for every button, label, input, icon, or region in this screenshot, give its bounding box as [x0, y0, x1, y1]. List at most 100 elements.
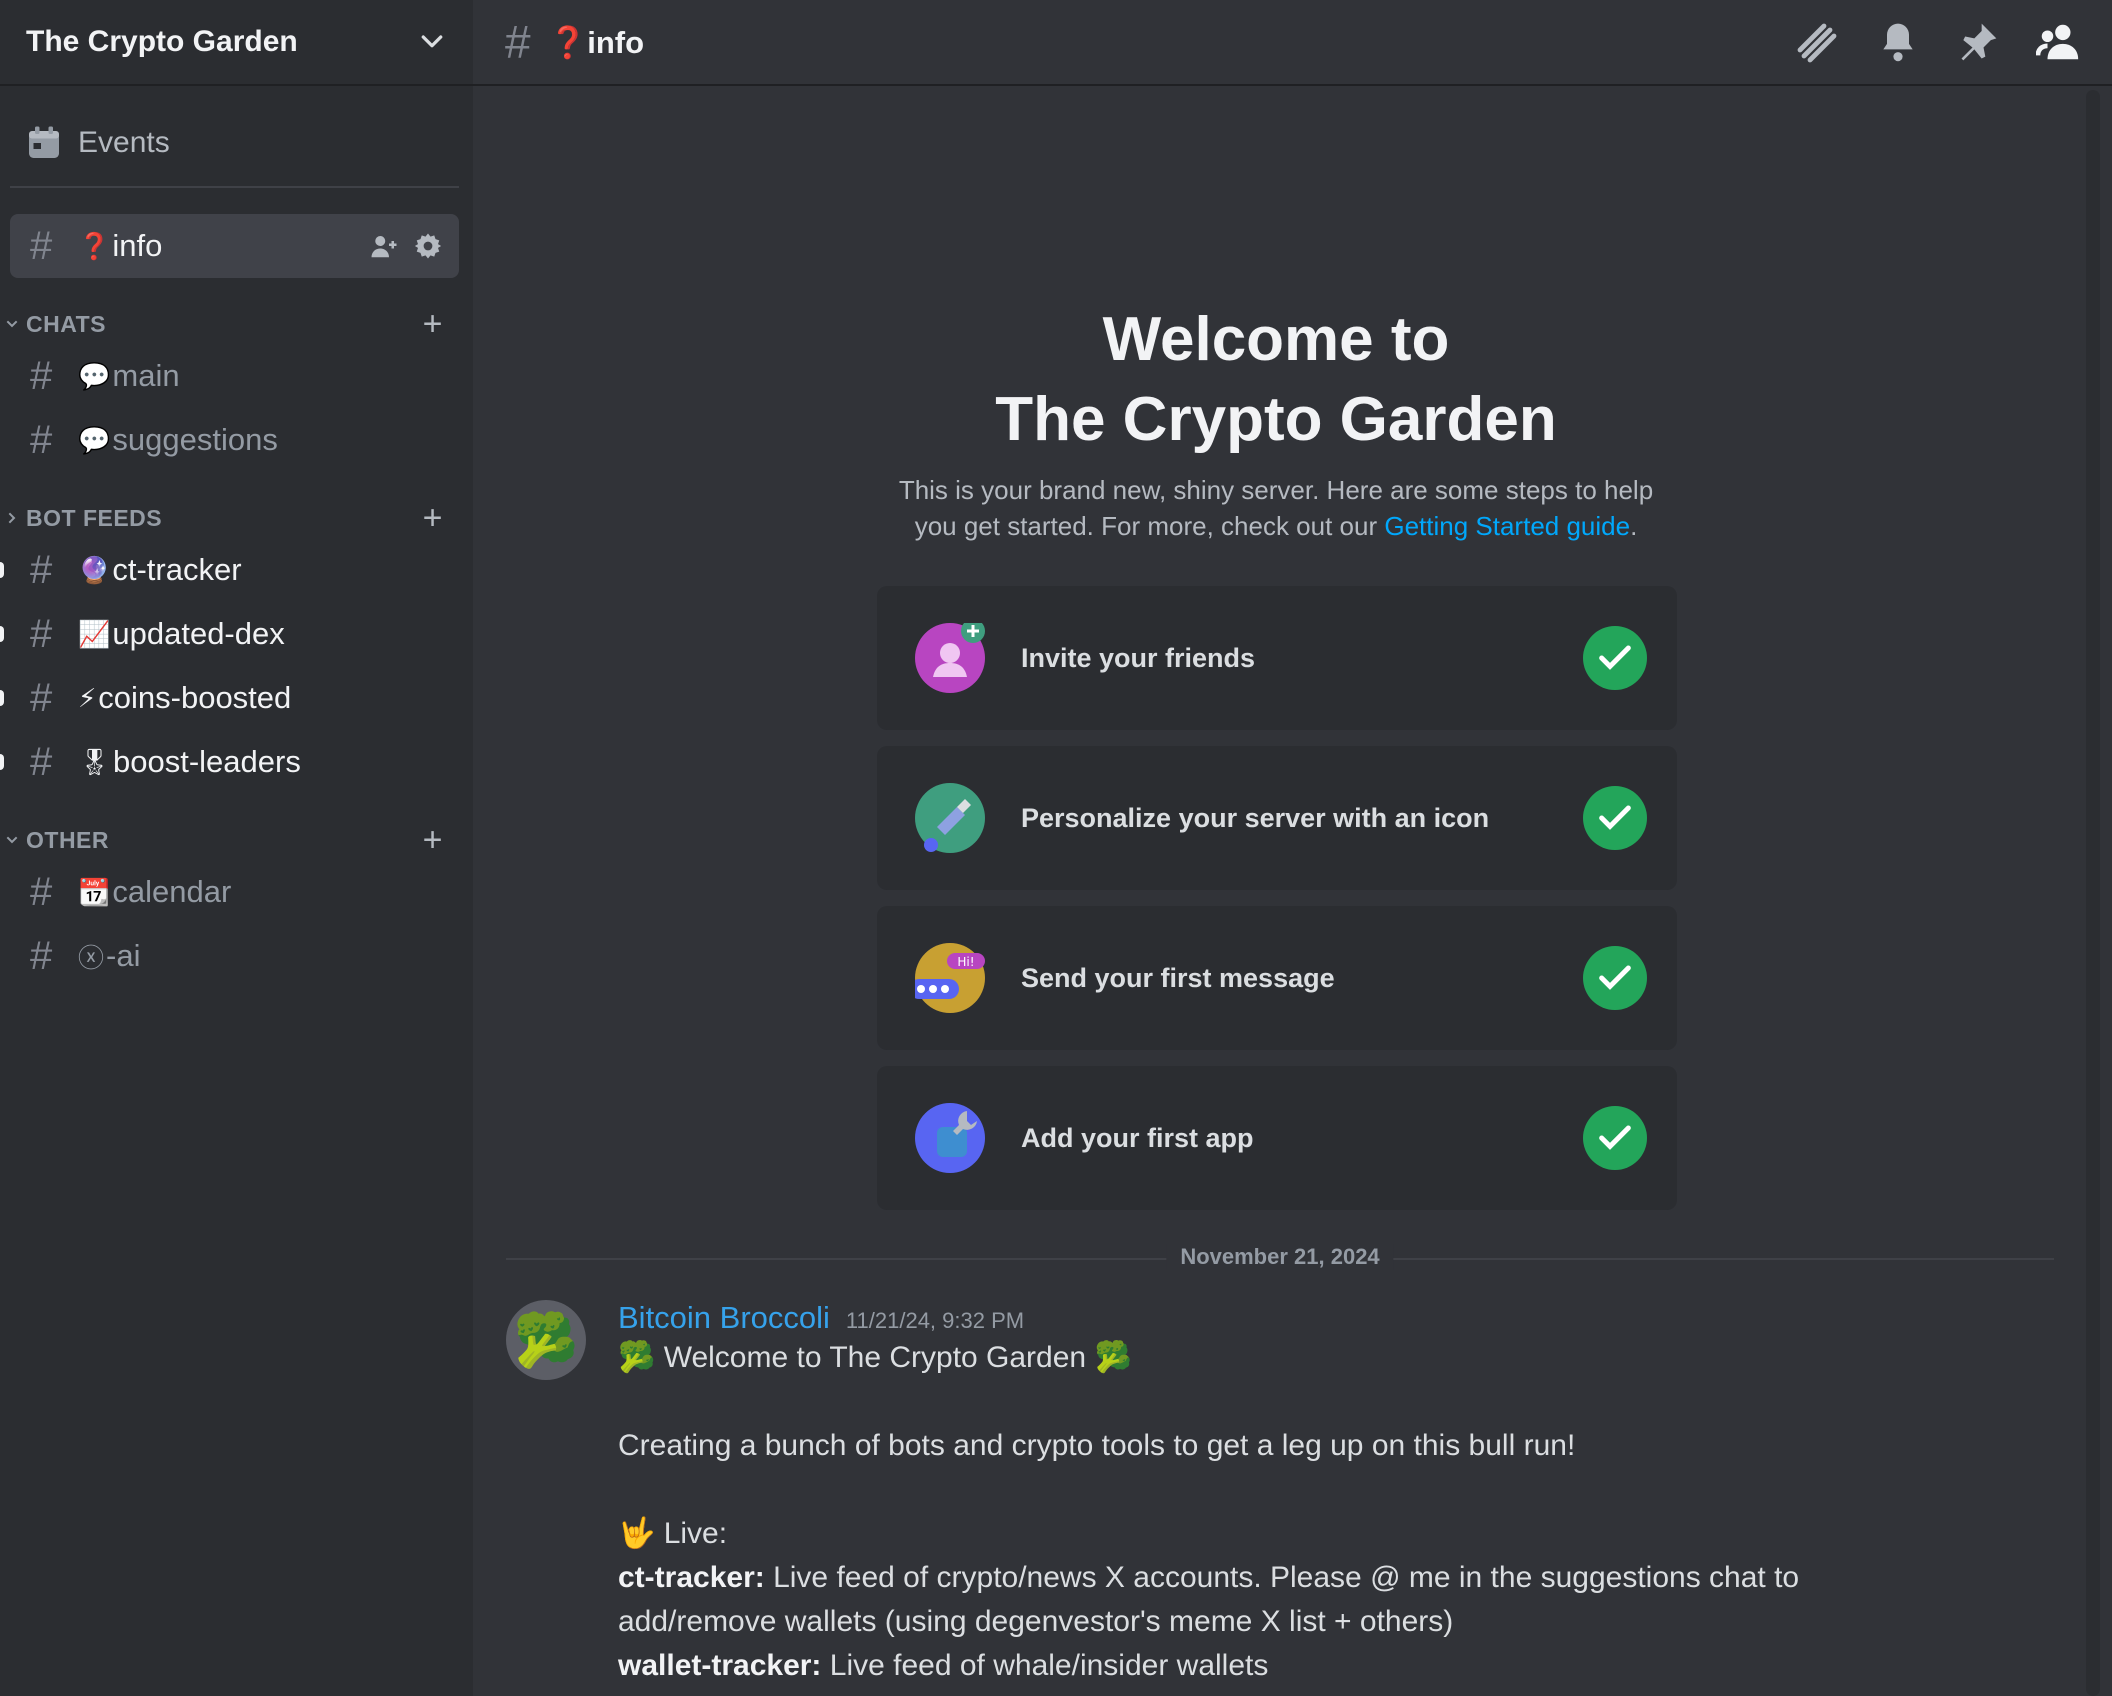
events-item[interactable]: Events	[0, 100, 473, 186]
chevron-down-icon	[6, 320, 18, 328]
avatar[interactable]: 🥦	[506, 1300, 586, 1380]
message-line: ct-tracker: Live feed of crypto/news X a…	[618, 1561, 1800, 1594]
channel-main[interactable]: # 💬 main	[10, 344, 459, 408]
add-channel-icon[interactable]: +	[423, 305, 443, 344]
chevron-down-icon[interactable]	[417, 27, 447, 57]
lightning-icon: ⚡	[78, 682, 97, 713]
crystal-ball-icon: 🔮	[78, 554, 111, 585]
channel-label: main	[112, 358, 180, 393]
member-list-icon[interactable]	[2036, 19, 2082, 65]
hash-icon: #	[30, 933, 53, 978]
category-chats[interactable]: CHATS +	[0, 304, 473, 344]
date-label: November 21, 2024	[1166, 1244, 1394, 1270]
channel-boost-leaders[interactable]: # 🎖 boost-leaders	[0, 730, 459, 794]
checkmark-icon	[1583, 1106, 1647, 1170]
message-line: 🤟 Live:	[618, 1517, 728, 1550]
hash-icon: #	[30, 353, 53, 398]
channel-coins-boosted[interactable]: # ⚡ coins-boosted	[0, 666, 459, 730]
hash-icon: #	[30, 869, 53, 914]
chart-up-icon: 📈	[78, 618, 111, 649]
unread-indicator	[0, 754, 4, 770]
chevron-down-icon	[6, 836, 18, 844]
gear-icon[interactable]	[413, 231, 443, 261]
invite-friends-icon	[915, 619, 985, 693]
message-line: Creating a bunch of bots and crypto tool…	[618, 1429, 1576, 1462]
hash-icon: #	[505, 16, 531, 68]
task-send-message[interactable]: Hi! Send your first message	[877, 906, 1677, 1050]
unread-indicator	[0, 562, 4, 578]
scrollbar[interactable]	[2086, 90, 2100, 1696]
welcome-description: This is your brand new, shiny server. He…	[898, 475, 1654, 541]
hash-icon: #	[30, 675, 53, 720]
channel-suggestions[interactable]: # 💬 suggestions	[10, 408, 459, 472]
channel-label: calendar	[112, 874, 232, 909]
hash-icon: #	[30, 417, 53, 462]
timestamp: 11/21/24, 9:32 PM	[845, 1308, 1025, 1333]
unread-indicator	[0, 690, 4, 706]
channel-info[interactable]: # ❓ info	[10, 214, 459, 278]
medal-icon: 🎖	[78, 746, 112, 777]
add-channel-icon[interactable]: +	[423, 499, 443, 538]
message-line: 🥦 Welcome to The Crypto Garden 🥦	[618, 1341, 1132, 1374]
bell-icon[interactable]	[1876, 20, 1920, 64]
channel-label: suggestions	[112, 422, 278, 457]
speech-bubble-icon: 💬	[78, 424, 111, 455]
category-other[interactable]: OTHER +	[0, 820, 473, 860]
message-body: Bitcoin Broccoli 11/21/24, 9:32 PM 🥦 Wel…	[618, 1300, 2018, 1688]
chevron-right-icon	[8, 512, 16, 524]
calendar-icon	[29, 126, 59, 158]
svg-text:Hi!: Hi!	[957, 955, 974, 969]
channel-label: -ai	[106, 938, 141, 973]
date-divider: November 21, 2024	[506, 1244, 2054, 1270]
question-icon: ❓	[78, 230, 111, 261]
channel-calendar[interactable]: # 📆 calendar	[10, 860, 459, 924]
message-line: wallet-tracker: Live feed of whale/insid…	[618, 1649, 1269, 1682]
channel-label: updated-dex	[112, 616, 285, 651]
category-label: BOT FEEDS	[26, 504, 163, 531]
welcome-title: Welcome to The Crypto Garden	[995, 305, 1557, 454]
add-member-icon[interactable]	[369, 231, 399, 261]
threads-icon[interactable]	[1792, 18, 1840, 66]
add-channel-icon[interactable]: +	[423, 821, 443, 860]
checkmark-icon	[1583, 946, 1647, 1010]
calendar-emoji-icon: 📆	[78, 876, 111, 907]
channel-title: ❓info	[548, 24, 645, 60]
task-label: Personalize your server with an icon	[1021, 802, 1490, 833]
hash-icon: #	[30, 611, 53, 656]
hash-icon: #	[30, 547, 53, 592]
app-wrench-icon	[915, 1103, 985, 1173]
message-line: add/remove wallets (using degenvestor's …	[618, 1605, 1454, 1638]
channel-updated-dex[interactable]: # 📈 updated-dex	[0, 602, 459, 666]
category-label: CHATS	[26, 310, 107, 337]
message-header: Bitcoin Broccoli 11/21/24, 9:32 PM	[618, 1300, 2018, 1336]
server-name: The Crypto Garden	[26, 25, 298, 58]
channel-ct-tracker[interactable]: # 🔮 ct-tracker	[0, 538, 459, 602]
onboarding-tasks: Invite your friends Personalize your ser…	[877, 586, 1677, 1226]
task-label: Send your first message	[1021, 962, 1335, 993]
getting-started-link[interactable]: Getting Started guide	[1384, 511, 1630, 541]
checkmark-icon	[1583, 626, 1647, 690]
hash-icon: #	[30, 739, 53, 784]
category-bot-feeds[interactable]: BOT FEEDS +	[0, 498, 473, 538]
channel-label: boost-leaders	[113, 744, 301, 779]
task-invite-friends[interactable]: Invite your friends	[877, 586, 1677, 730]
task-label: Invite your friends	[1021, 642, 1256, 673]
channel-header: # ❓info	[473, 0, 2112, 86]
pin-icon[interactable]	[1956, 20, 2000, 64]
channel-x-ai[interactable]: # ⓧ -ai	[10, 924, 459, 988]
sidebar-divider	[10, 186, 459, 188]
username[interactable]: Bitcoin Broccoli	[618, 1300, 830, 1336]
events-label: Events	[78, 126, 170, 159]
task-add-app[interactable]: Add your first app	[877, 1066, 1677, 1210]
channel-label: info	[112, 228, 163, 263]
paintbrush-icon	[915, 783, 985, 853]
checkmark-icon	[1583, 786, 1647, 850]
unread-indicator	[0, 626, 4, 642]
channel-label: ct-tracker	[112, 552, 242, 587]
welcome-section: Welcome to The Crypto Garden This is your…	[876, 300, 1676, 544]
channel-sidebar: The Crypto Garden Events # ❓ info CHATS …	[0, 0, 473, 1696]
x-circle-icon: ⓧ	[78, 942, 105, 973]
category-label: OTHER	[26, 826, 109, 853]
task-personalize-icon[interactable]: Personalize your server with an icon	[877, 746, 1677, 890]
server-header[interactable]: The Crypto Garden	[0, 0, 473, 86]
